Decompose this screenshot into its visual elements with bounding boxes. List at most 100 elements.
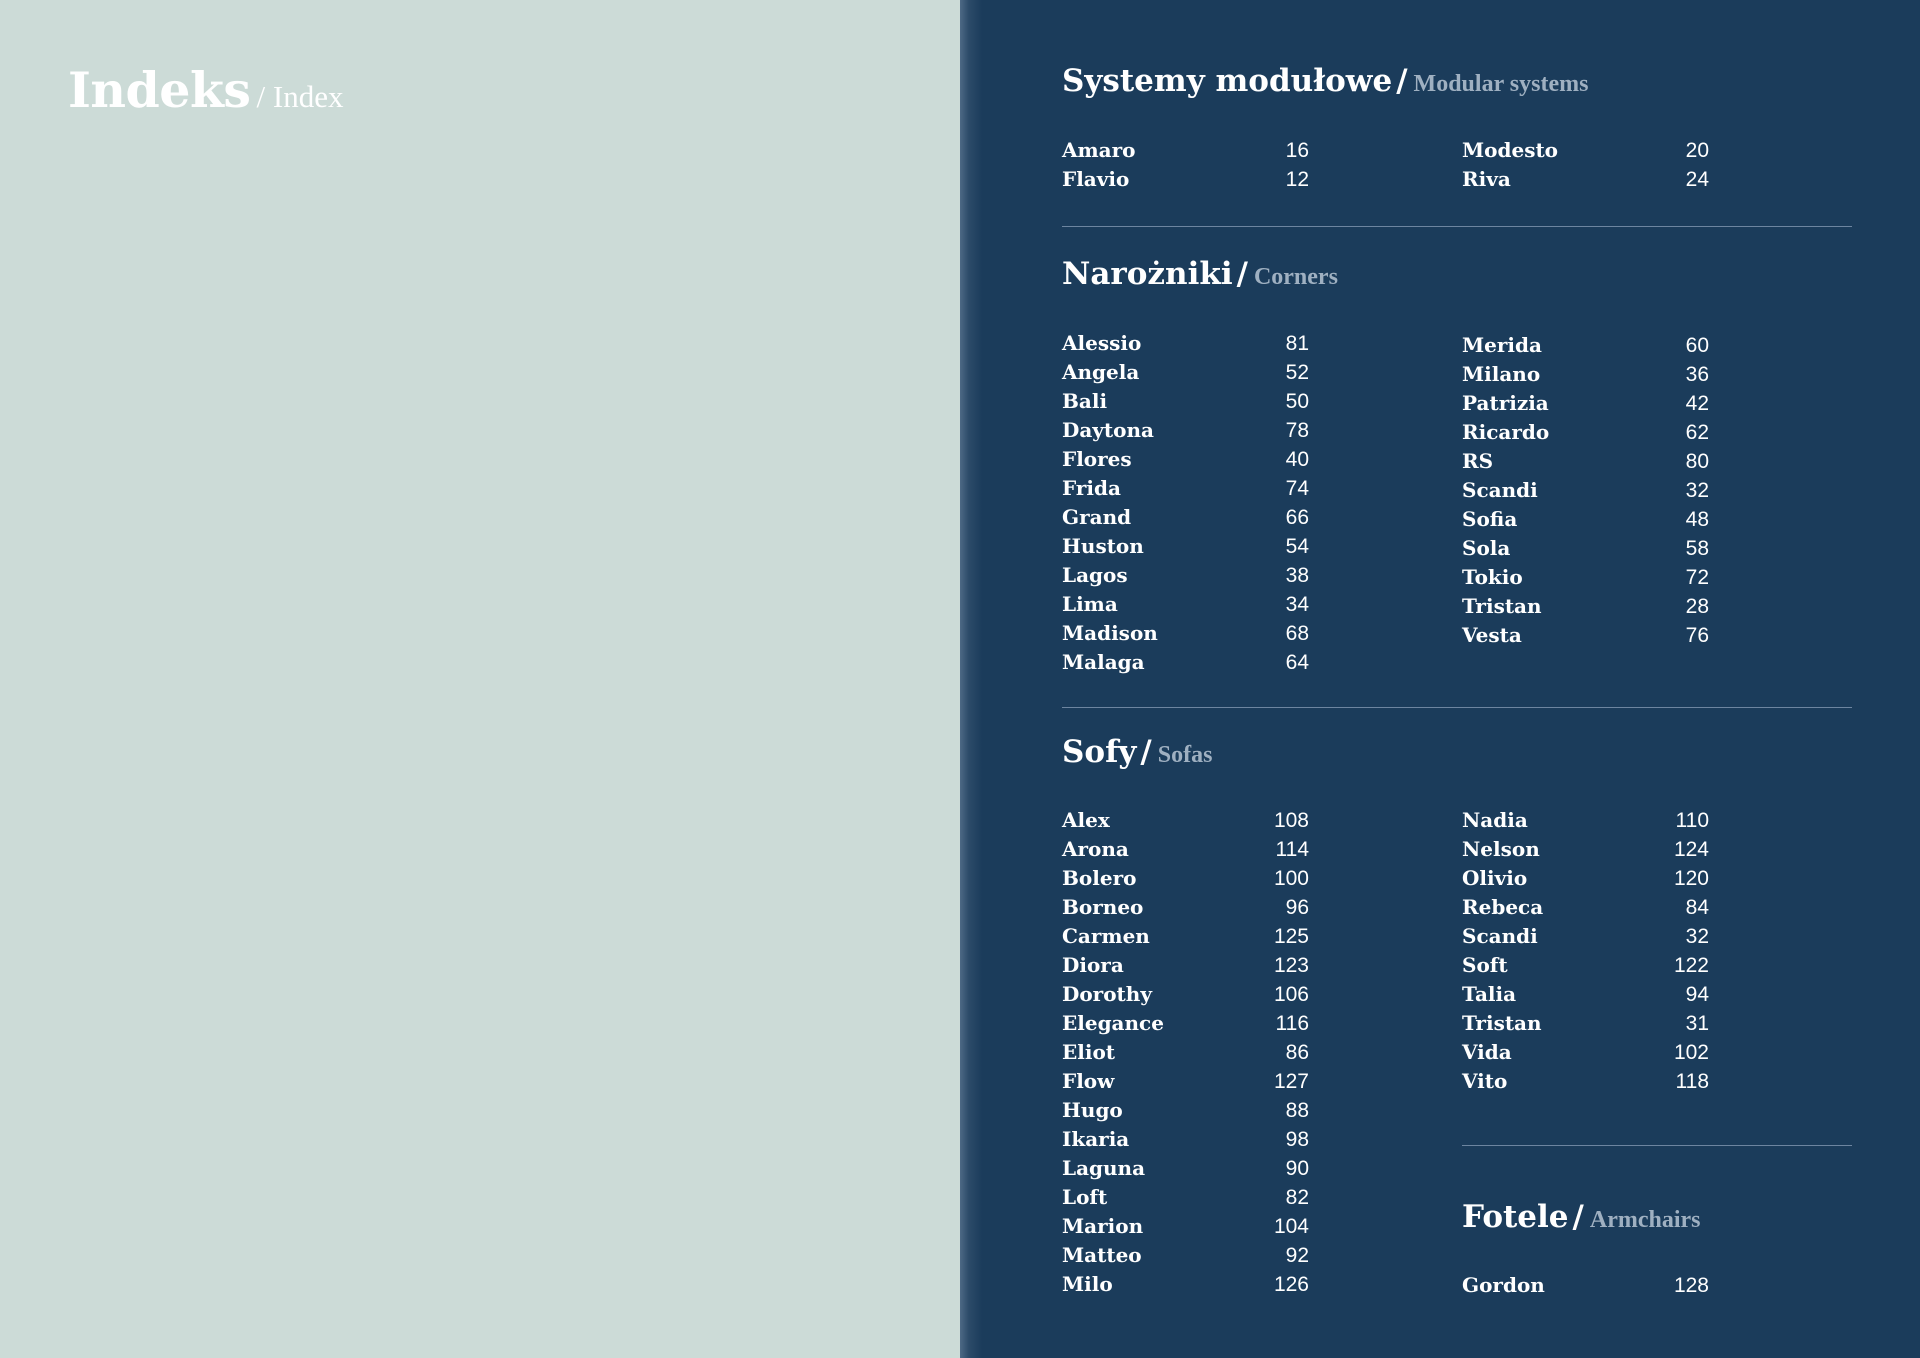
armchairs-list-col1: Gordon 128 [1462, 1271, 1709, 1300]
index-entry: Ricardo 62 [1462, 418, 1709, 447]
index-entry: Olivio 120 [1462, 864, 1709, 893]
corners-list-col2: Merida 60 Milano 36 Patrizia 42 Ricardo 62 RS 80 S… [1462, 331, 1709, 650]
entry-name: Nadia [1462, 808, 1528, 832]
entry-page-number: 96 [1285, 896, 1309, 919]
entry-name: Merida [1462, 333, 1542, 357]
entry-name: Tristan [1462, 594, 1542, 618]
index-entry: Eliot 86 [1062, 1038, 1309, 1067]
entry-name: Scandi [1462, 478, 1538, 502]
index-entry: Marion 104 [1062, 1212, 1309, 1241]
entry-page-number: 94 [1685, 983, 1709, 1006]
divider [1062, 707, 1852, 708]
entry-name: Huston [1062, 534, 1144, 558]
entry-page-number: 88 [1285, 1099, 1309, 1122]
index-entry: Daytona 78 [1062, 416, 1309, 445]
divider [1062, 226, 1852, 227]
entry-page-number: 54 [1285, 535, 1309, 558]
entry-page-number: 100 [1273, 867, 1309, 890]
index-entry: Elegance 116 [1062, 1009, 1309, 1038]
entry-page-number: 52 [1285, 361, 1309, 384]
index-entry: Riva 24 [1462, 165, 1709, 194]
section-title-sofas: Sofy / Sofas [1062, 737, 1212, 768]
section-title-en: Sofas [1157, 742, 1213, 768]
index-entry: Patrizia 42 [1462, 389, 1709, 418]
entry-name: Frida [1062, 476, 1121, 500]
sofas-list-col1: Alex 108 Arona 114 Bolero 100 Borneo 96 Carmen 12… [1062, 806, 1309, 1299]
index-entry: Ikaria 98 [1062, 1125, 1309, 1154]
sofas-list-col2: Nadia 110 Nelson 124 Olivio 120 Rebeca 84 Scandi… [1462, 806, 1709, 1096]
entry-page-number: 64 [1285, 651, 1309, 674]
entry-name: Flavio [1062, 167, 1130, 191]
entry-page-number: 90 [1285, 1157, 1309, 1180]
entry-name: Tokio [1462, 565, 1523, 589]
entry-page-number: 40 [1285, 448, 1309, 471]
entry-name: Ricardo [1462, 420, 1550, 444]
entry-page-number: 36 [1685, 363, 1709, 386]
section-title-en: Armchairs [1589, 1207, 1701, 1233]
title-separator: / [1396, 63, 1408, 99]
entry-name: Amaro [1062, 138, 1136, 162]
entry-name: Vida [1462, 1040, 1512, 1064]
entry-page-number: 128 [1673, 1274, 1709, 1297]
title-separator: / [1572, 1199, 1584, 1235]
index-entry: Nelson 124 [1462, 835, 1709, 864]
index-entry: Soft 122 [1462, 951, 1709, 980]
entry-page-number: 58 [1685, 537, 1709, 560]
entry-name: Milo [1062, 1272, 1113, 1296]
entry-page-number: 122 [1673, 954, 1709, 977]
index-entry: Scandi 32 [1462, 922, 1709, 951]
entry-page-number: 60 [1685, 334, 1709, 357]
entry-name: Bali [1062, 389, 1108, 413]
index-entry: Milo 126 [1062, 1270, 1309, 1299]
index-entry: Arona 114 [1062, 835, 1309, 864]
entry-page-number: 78 [1285, 419, 1309, 442]
index-entry: Milano 36 [1462, 360, 1709, 389]
index-entry: Vida 102 [1462, 1038, 1709, 1067]
entry-page-number: 42 [1685, 392, 1709, 415]
section-title-pl: Sofy [1062, 734, 1137, 770]
index-entry: Modesto 20 [1462, 136, 1709, 165]
index-entry: Flow 127 [1062, 1067, 1309, 1096]
entry-name: Dorothy [1062, 982, 1152, 1006]
entry-page-number: 76 [1685, 624, 1709, 647]
entry-page-number: 82 [1285, 1186, 1309, 1209]
index-entry: Nadia 110 [1462, 806, 1709, 835]
entry-page-number: 38 [1285, 564, 1309, 587]
section-title-pl: Fotele [1462, 1199, 1569, 1235]
entry-name: Diora [1062, 953, 1124, 977]
index-entry: Sola 58 [1462, 534, 1709, 563]
index-entry: Laguna 90 [1062, 1154, 1309, 1183]
entry-page-number: 66 [1285, 506, 1309, 529]
index-entry: Rebeca 84 [1462, 893, 1709, 922]
left-page [0, 0, 960, 1358]
entry-page-number: 81 [1285, 332, 1309, 355]
entry-page-number: 32 [1685, 479, 1709, 502]
entry-page-number: 116 [1275, 1012, 1309, 1035]
entry-page-number: 120 [1673, 867, 1709, 890]
entry-page-number: 48 [1685, 508, 1709, 531]
entry-name: Borneo [1062, 895, 1144, 919]
entry-page-number: 104 [1273, 1215, 1309, 1238]
section-title-en: Modular systems [1413, 71, 1589, 97]
entry-page-number: 110 [1675, 809, 1709, 832]
index-entry: Talia 94 [1462, 980, 1709, 1009]
section-title-modular: Systemy modułowe / Modular systems [1062, 66, 1588, 97]
index-entry: Flores 40 [1062, 445, 1309, 474]
entry-page-number: 62 [1685, 421, 1709, 444]
book-spine-shadow [960, 0, 982, 1358]
entry-name: Talia [1462, 982, 1517, 1006]
index-entry: Hugo 88 [1062, 1096, 1309, 1125]
entry-page-number: 108 [1273, 809, 1309, 832]
index-entry: Bali 50 [1062, 387, 1309, 416]
entry-name: Malaga [1062, 650, 1145, 674]
index-entry: Alex 108 [1062, 806, 1309, 835]
entry-name: Lagos [1062, 563, 1128, 587]
entry-name: Sola [1462, 536, 1511, 560]
entry-page-number: 98 [1285, 1128, 1309, 1151]
index-entry: Alessio 81 [1062, 329, 1309, 358]
entry-name: Vito [1462, 1069, 1508, 1093]
entry-name: Elegance [1062, 1011, 1164, 1035]
index-entry: Tokio 72 [1462, 563, 1709, 592]
section-title-en: Corners [1253, 264, 1338, 290]
entry-name: Riva [1462, 167, 1511, 191]
